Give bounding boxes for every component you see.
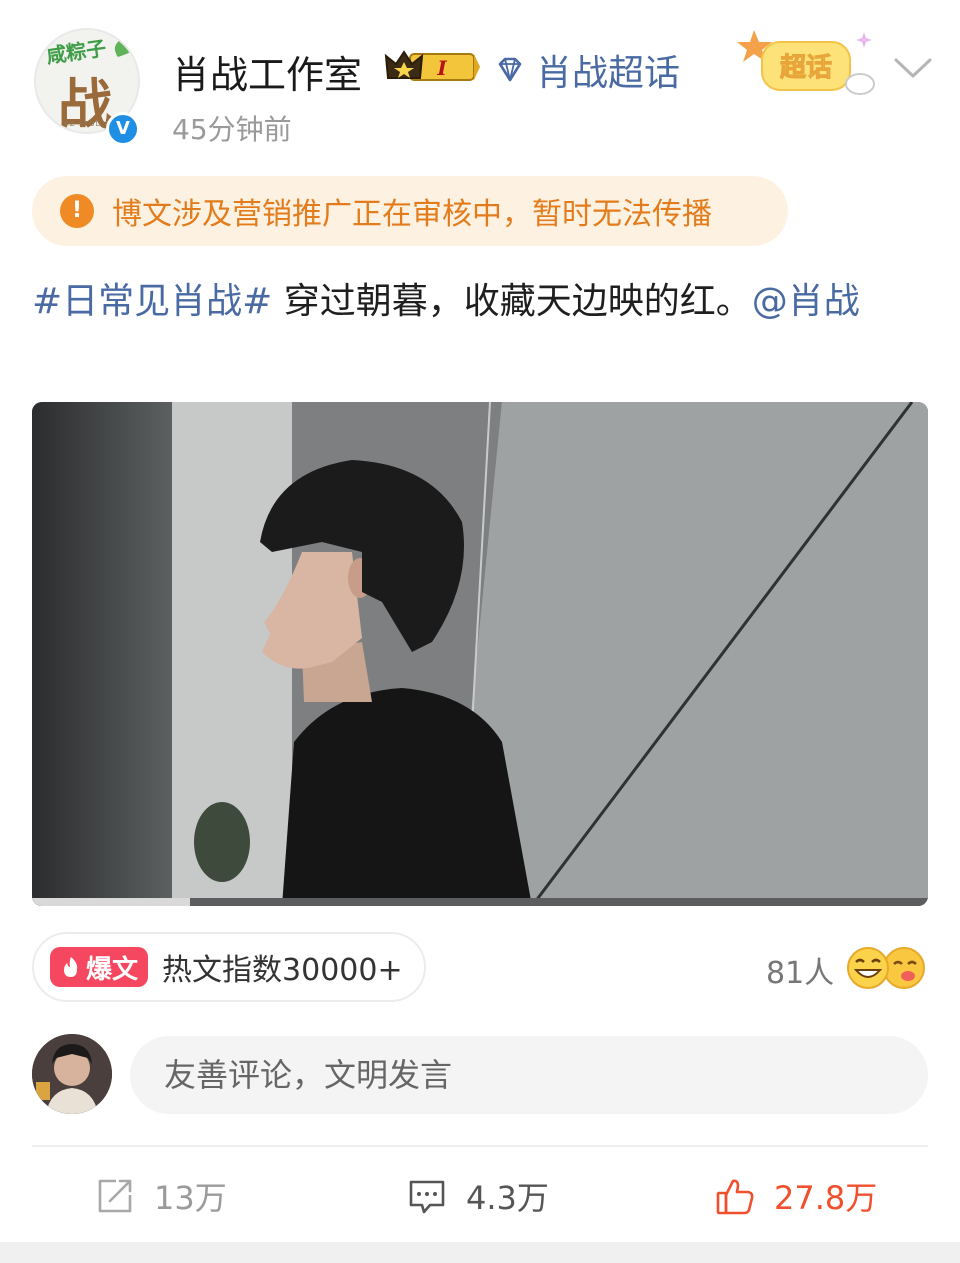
hot-index-text: 热文指数30000+ [162, 953, 403, 988]
burst-badge: 爆文 [50, 947, 149, 987]
comment-button[interactable]: 4.3万 [406, 1168, 549, 1224]
share-button[interactable]: 13万 [94, 1168, 227, 1224]
hashtag-link[interactable]: #日常见肖战# [32, 281, 272, 322]
post-text: 穿过朝暮，收藏天边映的红。 [272, 281, 752, 322]
burst-badge-label: 爆文 [86, 954, 139, 985]
divider [32, 1145, 928, 1147]
weibo-post-page: 咸粽子 战 XZ STUDIO V 肖战工作室 I 肖战超话 45分钟前 超话 … [0, 0, 960, 1263]
warning-icon: ! [60, 194, 94, 228]
comment-icon [409, 1180, 445, 1214]
current-user-avatar[interactable] [32, 1034, 112, 1114]
post-time: 45分钟前 [172, 113, 292, 146]
share-icon [98, 1179, 132, 1213]
comment-input[interactable]: 友善评论，文明发言 [130, 1036, 928, 1114]
leaf-decoration [111, 34, 138, 58]
thumbs-up-icon [716, 1179, 754, 1215]
mention-link[interactable]: @肖战 [752, 281, 860, 322]
supertopic-label: 肖战超话 [536, 53, 681, 94]
chevron-down-icon[interactable] [890, 48, 936, 88]
crown-badge-level: I [436, 56, 447, 80]
grin-emoji-icon[interactable] [846, 946, 890, 990]
flame-icon [64, 957, 78, 977]
supertopic-deco-label: 超话 [780, 53, 832, 83]
crown-badge-icon[interactable]: I [384, 48, 480, 86]
reaction-count[interactable]: 81人 [766, 948, 834, 992]
hot-article-pill[interactable]: 爆文 热文指数30000+ [32, 932, 426, 1002]
supertopic-decoration[interactable]: 超话 [736, 26, 882, 106]
author-name[interactable]: 肖战工作室 [172, 44, 362, 99]
share-count: 13万 [154, 1179, 227, 1217]
bottom-separator [0, 1242, 960, 1263]
verified-icon: V [106, 112, 140, 146]
post-body: #日常见肖战# 穿过朝暮，收藏天边映的红。@肖战 [32, 276, 912, 328]
supertopic-link[interactable]: 肖战超话 [494, 44, 680, 96]
post-image[interactable] [32, 402, 928, 906]
avatar-sub-text: XZ STUDIO [64, 120, 112, 128]
review-notice-text: 博文涉及营销推广正在审核中，暂时无法传播 [112, 197, 712, 232]
review-notice-banner: ! 博文涉及营销推广正在审核中，暂时无法传播 [32, 176, 788, 246]
diamond-icon [498, 57, 522, 82]
comment-count: 4.3万 [466, 1179, 549, 1217]
like-button[interactable]: 27.8万 [714, 1168, 877, 1224]
like-count: 27.8万 [774, 1179, 878, 1217]
